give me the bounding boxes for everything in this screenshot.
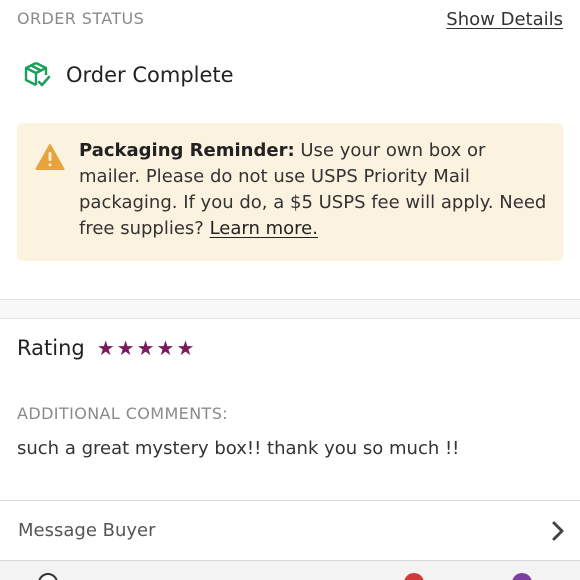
learn-more-link[interactable]: Learn more. bbox=[210, 218, 318, 239]
packaging-reminder-text: Packaging Reminder: Use your own box or … bbox=[79, 138, 549, 242]
section-divider bbox=[0, 299, 580, 319]
packaging-reminder-alert: Packaging Reminder: Use your own box or … bbox=[17, 123, 563, 261]
warning-icon bbox=[35, 143, 65, 171]
message-buyer-label: Message Buyer bbox=[18, 520, 156, 541]
chevron-right-icon bbox=[550, 519, 566, 543]
additional-comments-label: ADDITIONAL COMMENTS: bbox=[17, 404, 229, 423]
star-icon: ★ bbox=[156, 336, 175, 360]
star-icon: ★ bbox=[136, 336, 155, 360]
star-icon: ★ bbox=[176, 336, 195, 360]
nav-icon[interactable] bbox=[38, 573, 58, 580]
bottom-nav-bar bbox=[0, 561, 580, 580]
package-check-icon bbox=[22, 60, 52, 90]
nav-icon[interactable] bbox=[512, 573, 532, 580]
show-details-link[interactable]: Show Details bbox=[446, 9, 563, 30]
rating-label: Rating bbox=[17, 336, 85, 360]
order-status-row: Order Complete bbox=[22, 60, 234, 90]
packaging-reminder-title: Packaging Reminder: bbox=[79, 140, 295, 161]
star-icon: ★ bbox=[116, 336, 135, 360]
order-status-text: Order Complete bbox=[66, 63, 234, 87]
additional-comments-text: such a great mystery box!! thank you so … bbox=[17, 438, 460, 459]
rating-stars: ★ ★ ★ ★ ★ bbox=[97, 338, 197, 358]
message-buyer-button[interactable]: Message Buyer bbox=[0, 500, 580, 561]
nav-icon[interactable] bbox=[404, 573, 424, 580]
star-icon: ★ bbox=[96, 336, 115, 360]
order-status-label: ORDER STATUS bbox=[17, 9, 145, 28]
rating-row: Rating ★ ★ ★ ★ ★ bbox=[17, 336, 196, 360]
